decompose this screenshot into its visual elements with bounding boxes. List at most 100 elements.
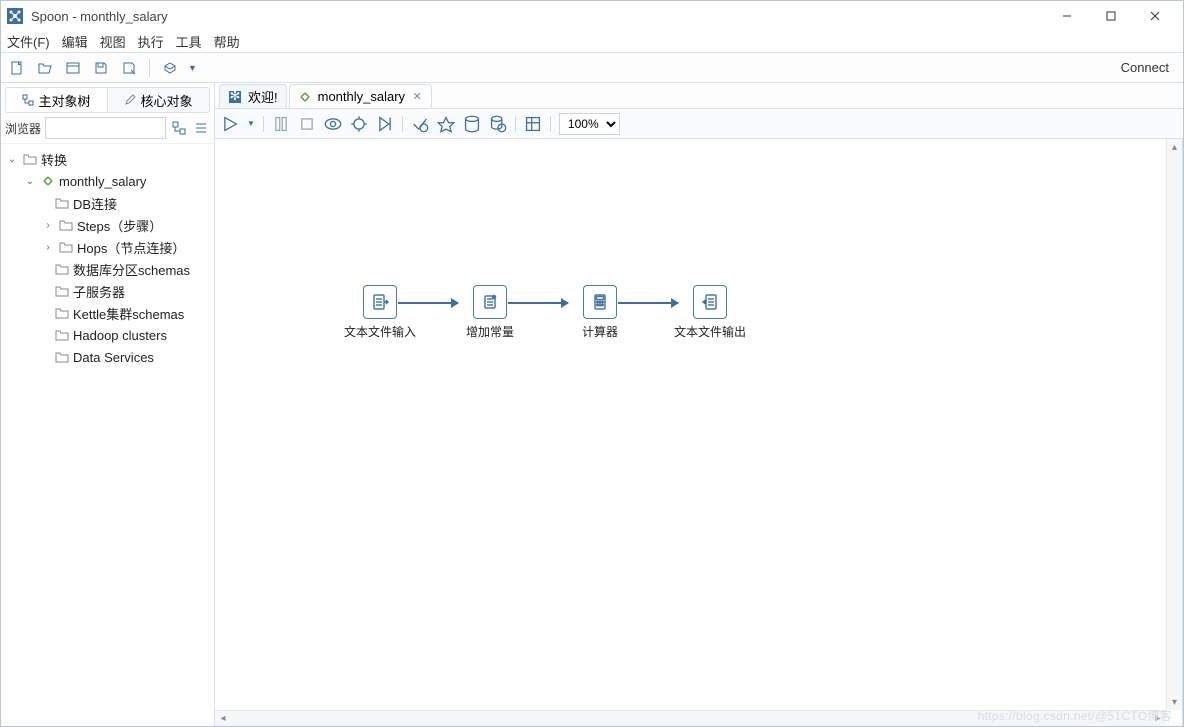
twisty-icon[interactable]: ⌄ — [23, 176, 37, 187]
transformation-canvas[interactable]: 文本文件输入 增加常量 计算器 文本文件输出 — [215, 139, 1182, 726]
debug-icon[interactable] — [350, 115, 368, 133]
preview-icon[interactable] — [324, 115, 342, 133]
watermark-text: https://blog.csdn.net/@51CTO博客 — [978, 707, 1172, 724]
sidebar: 主对象树 核心对象 浏览器 ⌄ 转换 ⌄ monthly_salary — [1, 83, 215, 726]
menu-tools[interactable]: 工具 — [176, 32, 202, 51]
menu-help[interactable]: 帮助 — [214, 32, 240, 51]
tree-label: Hadoop clusters — [73, 328, 167, 343]
folder-icon — [23, 152, 37, 166]
tree-hops[interactable]: › Hops（节点连接） — [1, 236, 214, 258]
tree-partition-schemas[interactable]: 数据库分区schemas — [1, 258, 214, 280]
tree-label: 转换 — [41, 150, 67, 169]
step-text-file-input[interactable]: 文本文件输入 — [325, 285, 435, 340]
close-tab-icon[interactable]: ✕ — [411, 91, 423, 103]
replay-icon[interactable] — [376, 115, 394, 133]
tab-monthly-salary[interactable]: monthly_salary ✕ — [289, 84, 432, 108]
twisty-icon[interactable]: ⌄ — [5, 154, 19, 165]
menu-edit[interactable]: 编辑 — [62, 32, 88, 51]
tree-root-transformations[interactable]: ⌄ 转换 — [1, 148, 214, 170]
tab-welcome[interactable]: ✻ 欢迎! — [219, 84, 287, 108]
toolbar-separator — [515, 116, 516, 132]
scroll-left-icon[interactable]: ◂ — [215, 711, 231, 726]
expand-all-icon[interactable] — [170, 119, 188, 137]
close-button[interactable] — [1133, 2, 1177, 30]
menu-view[interactable]: 视图 — [100, 32, 126, 51]
search-input[interactable] — [45, 117, 166, 139]
step-icon — [583, 285, 617, 319]
browser-row: 浏览器 — [1, 113, 214, 144]
pencil-icon — [124, 94, 136, 106]
step-calculator[interactable]: 计算器 — [545, 285, 655, 340]
twisty-icon[interactable]: › — [41, 220, 55, 231]
step-label: 增加常量 — [435, 323, 545, 340]
menu-file[interactable]: 文件(F) — [7, 32, 50, 51]
save-as-icon[interactable] — [119, 58, 139, 78]
folder-icon — [55, 196, 69, 210]
save-icon[interactable] — [91, 58, 111, 78]
maximize-button[interactable] — [1089, 2, 1133, 30]
folder-icon — [55, 306, 69, 320]
menubar: 文件(F) 编辑 视图 执行 工具 帮助 — [1, 31, 1183, 53]
dropdown-arrow-icon[interactable]: ▼ — [188, 63, 197, 73]
sidebar-tab-core-objects[interactable]: 核心对象 — [108, 88, 209, 112]
scroll-up-icon[interactable]: ▴ — [1167, 139, 1182, 155]
step-label: 文本文件输入 — [325, 323, 435, 340]
tree-hadoop-clusters[interactable]: Hadoop clusters — [1, 324, 214, 346]
tree-icon — [22, 94, 34, 106]
zoom-select[interactable]: 100% — [559, 113, 620, 135]
tree-slave-servers[interactable]: 子服务器 — [1, 280, 214, 302]
tree-label: Data Services — [73, 350, 154, 365]
tree-label: 子服务器 — [73, 282, 125, 301]
sidebar-tab-label: 主对象树 — [38, 91, 90, 110]
tree-cluster-schemas[interactable]: Kettle集群schemas — [1, 302, 214, 324]
dropdown-arrow-icon[interactable]: ▼ — [247, 119, 255, 128]
step-add-constant[interactable]: 增加常量 — [435, 285, 545, 340]
minimize-button[interactable] — [1045, 2, 1089, 30]
stop-icon[interactable] — [298, 115, 316, 133]
document-tabs: ✻ 欢迎! monthly_salary ✕ — [215, 83, 1183, 109]
tree-data-services[interactable]: Data Services — [1, 346, 214, 368]
twisty-icon[interactable]: › — [41, 242, 55, 253]
connect-button[interactable]: Connect — [1113, 60, 1177, 75]
tab-label: 欢迎! — [248, 87, 278, 106]
editor-area: ✻ 欢迎! monthly_salary ✕ ▼ — [215, 83, 1183, 726]
main-toolbar: ▼ Connect — [1, 53, 1183, 83]
tree-db-connections[interactable]: DB连接 — [1, 192, 214, 214]
pause-icon[interactable] — [272, 115, 290, 133]
tree-label: DB连接 — [73, 194, 117, 213]
window-title: Spoon - monthly_salary — [31, 9, 1045, 24]
folder-icon — [55, 262, 69, 276]
vertical-scrollbar[interactable]: ▴ ▾ — [1166, 139, 1182, 710]
explore-icon[interactable] — [63, 58, 83, 78]
verify-icon[interactable] — [411, 115, 429, 133]
step-icon — [473, 285, 507, 319]
tree-label: Steps（步骤） — [77, 216, 162, 235]
tree-steps[interactable]: › Steps（步骤） — [1, 214, 214, 236]
folder-icon — [55, 284, 69, 298]
tree-transformation-node[interactable]: ⌄ monthly_salary — [1, 170, 214, 192]
collapse-all-icon[interactable] — [192, 119, 210, 137]
open-file-icon[interactable] — [35, 58, 55, 78]
step-text-file-output[interactable]: 文本文件输出 — [655, 285, 765, 340]
sql-icon[interactable] — [463, 115, 481, 133]
run-icon[interactable] — [221, 115, 239, 133]
sidebar-tab-main-tree[interactable]: 主对象树 — [6, 88, 108, 112]
canvas-toolbar: ▼ 100% — [215, 109, 1183, 139]
toolbar-separator — [550, 116, 551, 132]
toolbar-separator — [402, 116, 403, 132]
browser-label: 浏览器 — [5, 120, 41, 137]
menu-run[interactable]: 执行 — [138, 32, 164, 51]
explore-db-icon[interactable] — [489, 115, 507, 133]
sidebar-tabs: 主对象树 核心对象 — [5, 87, 210, 113]
object-tree: ⌄ 转换 ⌄ monthly_salary DB连接 › Steps（步骤） › — [1, 144, 214, 726]
folder-icon — [59, 218, 73, 232]
folder-icon — [59, 240, 73, 254]
new-file-icon[interactable] — [7, 58, 27, 78]
transformation-icon — [298, 90, 312, 104]
svg-text:✻: ✻ — [230, 90, 241, 103]
show-results-icon[interactable] — [524, 115, 542, 133]
impact-icon[interactable] — [437, 115, 455, 133]
perspective-icon[interactable] — [160, 58, 180, 78]
tree-label: monthly_salary — [59, 174, 146, 189]
tree-label: 数据库分区schemas — [73, 260, 190, 279]
